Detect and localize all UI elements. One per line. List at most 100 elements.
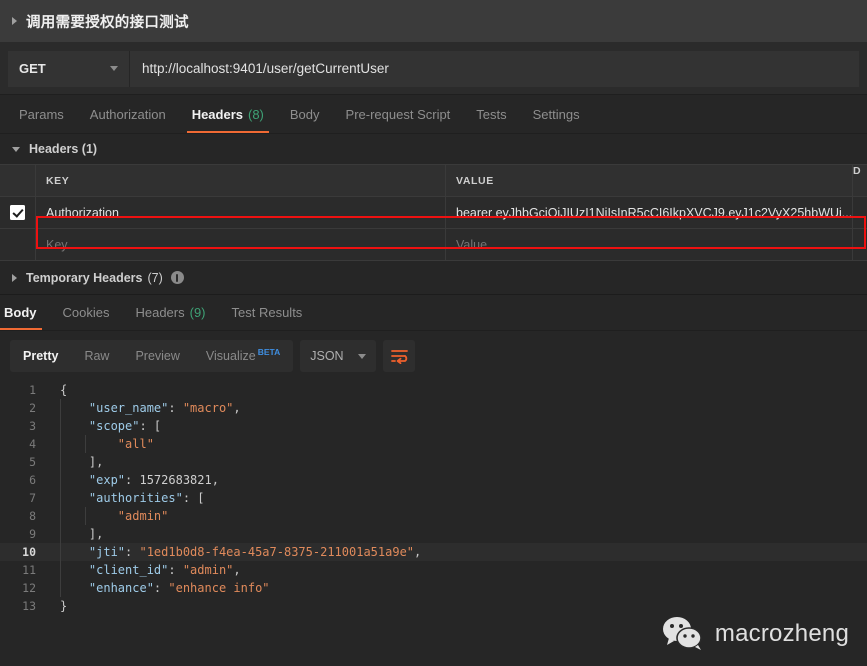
chevron-down-icon xyxy=(110,66,118,71)
tab-params[interactable]: Params xyxy=(6,95,77,133)
code-token: "exp" xyxy=(60,473,126,487)
tab-label: Settings xyxy=(532,106,580,122)
code-token: , xyxy=(211,473,219,487)
response-tab-headers[interactable]: Headers (9) xyxy=(122,295,218,330)
response-language-select[interactable]: JSON xyxy=(300,340,377,372)
tab-tests[interactable]: Tests xyxy=(463,95,519,133)
tab-body[interactable]: Body xyxy=(277,95,333,133)
code-token: "user_name" xyxy=(60,401,169,415)
line-number: 11 xyxy=(22,563,36,577)
code-token: "macro" xyxy=(182,401,234,415)
temporary-headers-count: (7) xyxy=(147,270,163,285)
code-token: "admin" xyxy=(60,509,169,523)
word-wrap-button[interactable] xyxy=(383,340,416,372)
code-token: "all" xyxy=(60,437,154,451)
code-lines-container: 1{2 "user_name": "macro", 3 "scope": [4 "… xyxy=(0,381,867,615)
code-line: 8 "admin" xyxy=(0,507,867,525)
code-token: : xyxy=(125,545,140,559)
line-number: 3 xyxy=(29,419,36,433)
code-line: 7 "authorities": [ xyxy=(0,489,867,507)
response-tab-body[interactable]: Body xyxy=(0,295,50,330)
headers-table: KEY VALUE D Authorization bearer eyJhbGc… xyxy=(0,164,867,261)
tab-label: Authorization xyxy=(89,106,166,122)
tab-count: (8) xyxy=(248,106,264,122)
code-text: "scope": [ xyxy=(46,417,161,435)
code-token: : xyxy=(168,563,183,577)
table-row[interactable]: Key Value xyxy=(0,229,867,261)
line-number: 2 xyxy=(29,401,36,415)
tab-label: Params xyxy=(19,106,64,122)
triangle-right-icon[interactable] xyxy=(12,17,17,25)
indent-guide xyxy=(85,435,86,453)
select-all-cell xyxy=(0,165,36,196)
code-text: "user_name": "macro", xyxy=(46,399,241,417)
tab-label: Body xyxy=(289,106,320,122)
code-text: "jti": "1ed1b0d8-f4ea-45a7-8375-211001a5… xyxy=(46,543,421,561)
code-line: 5 ], xyxy=(0,453,867,471)
header-description-input[interactable] xyxy=(853,197,867,228)
header-value-input[interactable]: Value xyxy=(446,229,853,260)
request-tabs: Params Authorization Headers (8) Body Pr… xyxy=(0,95,867,134)
row-checkbox-cell[interactable] xyxy=(0,197,36,228)
code-token: : xyxy=(125,473,140,487)
header-key-input[interactable]: Key xyxy=(36,229,446,260)
column-header-value: VALUE xyxy=(446,165,853,196)
word-wrap-icon xyxy=(390,349,408,364)
response-body-toolbar: Pretty Raw Preview Visualize BETA JSON xyxy=(0,331,867,381)
format-preview-button[interactable]: Preview xyxy=(122,340,192,372)
code-line: 9 ], xyxy=(0,525,867,543)
format-label: Raw xyxy=(84,349,110,363)
format-raw-button[interactable]: Raw xyxy=(71,340,122,372)
code-text: "authorities": [ xyxy=(46,489,205,507)
code-text: } xyxy=(46,597,67,615)
code-line: 2 "user_name": "macro", xyxy=(0,399,867,417)
code-token: "jti" xyxy=(60,545,126,559)
code-token: "admin" xyxy=(182,563,234,577)
format-label: Pretty xyxy=(23,349,59,363)
line-number: 9 xyxy=(29,527,36,541)
triangle-right-icon[interactable] xyxy=(12,273,17,282)
language-label: JSON xyxy=(310,349,344,363)
line-number: 12 xyxy=(22,581,36,595)
line-number: 1 xyxy=(29,383,36,397)
tab-headers[interactable]: Headers (8) xyxy=(179,95,277,133)
temporary-headers-section[interactable]: Temporary Headers (7) xyxy=(0,261,867,295)
code-text: ], xyxy=(46,453,103,471)
http-method-label: GET xyxy=(19,61,46,76)
tab-pre-request-script[interactable]: Pre-request Script xyxy=(333,95,464,133)
code-line: 13} xyxy=(0,597,867,615)
row-checkbox-cell[interactable] xyxy=(0,229,36,260)
format-pretty-button[interactable]: Pretty xyxy=(10,340,71,372)
triangle-down-icon[interactable] xyxy=(12,146,20,152)
code-token: , xyxy=(414,545,422,559)
headers-section-header[interactable]: Headers (1) xyxy=(0,134,867,164)
http-method-select[interactable]: GET xyxy=(8,50,130,87)
request-title-bar: 调用需要授权的接口测试 xyxy=(0,0,867,43)
code-token: : [ xyxy=(139,419,162,433)
info-icon[interactable] xyxy=(170,271,184,284)
header-description-input[interactable] xyxy=(853,229,867,260)
code-token: "scope" xyxy=(60,419,140,433)
code-text: { xyxy=(46,381,67,399)
code-text: "client_id": "admin", xyxy=(46,561,241,579)
checkbox-checked-icon[interactable] xyxy=(10,205,25,220)
response-body-code-viewer[interactable]: 1{2 "user_name": "macro", 3 "scope": [4 "… xyxy=(0,381,867,629)
format-visualize-button[interactable]: Visualize BETA xyxy=(193,340,293,372)
page-title: 调用需要授权的接口测试 xyxy=(26,14,189,31)
code-token: : xyxy=(168,401,183,415)
tab-label: Headers xyxy=(191,106,243,122)
header-value-input[interactable]: bearer eyJhbGciOiJIUzI1NiIsInR5cCI6IkpXV… xyxy=(446,197,853,228)
url-input[interactable]: http://localhost:9401/user/getCurrentUse… xyxy=(130,50,859,87)
tab-settings[interactable]: Settings xyxy=(520,95,593,133)
tab-label: Body xyxy=(4,305,37,320)
response-tab-cookies[interactable]: Cookies xyxy=(50,295,123,330)
headers-section-label: Headers (1) xyxy=(29,142,98,156)
table-row[interactable]: Authorization bearer eyJhbGciOiJIUzI1NiI… xyxy=(0,197,867,229)
code-token: } xyxy=(60,599,68,613)
header-key-input[interactable]: Authorization xyxy=(36,197,446,228)
tab-label: Headers xyxy=(135,305,185,320)
tab-count: (9) xyxy=(189,305,206,320)
indent-guide xyxy=(85,507,86,525)
tab-authorization[interactable]: Authorization xyxy=(77,95,179,133)
response-tab-test-results[interactable]: Test Results xyxy=(219,295,316,330)
